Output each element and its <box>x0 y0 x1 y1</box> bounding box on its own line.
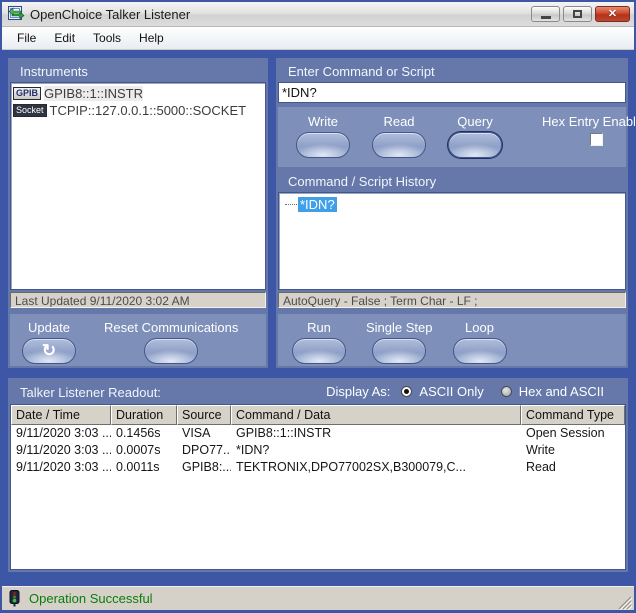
instrument-address: TCPIP::127.0.0.1::5000::SOCKET <box>50 103 247 118</box>
close-button[interactable]: ✕ <box>595 6 630 22</box>
client-area: Instruments GPIB GPIB8::1::INSTR Socket … <box>2 50 634 586</box>
loop-label: Loop <box>465 320 494 335</box>
ascii-only-radio[interactable] <box>401 386 412 397</box>
query-button[interactable] <box>448 132 502 158</box>
window-title: OpenChoice Talker Listener <box>30 7 531 22</box>
cell-date-time: 9/11/2020 3:03 ... <box>11 442 111 459</box>
gpib-badge-icon: GPIB <box>13 87 41 100</box>
cell-command-data: TEKTRONIX,DPO77002SX,B300079,C... <box>231 459 521 476</box>
display-as-group: Display As: ASCII Only Hex and ASCII <box>326 384 628 399</box>
table-row[interactable]: 9/11/2020 3:03 ... 0.0007s DPO77... *IDN… <box>11 442 625 459</box>
menu-item-help[interactable]: Help <box>130 28 173 48</box>
column-header-duration[interactable]: Duration <box>111 405 177 425</box>
column-header-date-time[interactable]: Date / Time <box>11 405 111 425</box>
run-label: Run <box>307 320 331 335</box>
read-button[interactable] <box>372 132 426 158</box>
status-message: Operation Successful <box>29 591 618 606</box>
reset-communications-label: Reset Communications <box>104 320 238 335</box>
reset-communications-button[interactable] <box>144 338 198 364</box>
column-header-source[interactable]: Source <box>177 405 231 425</box>
instrument-address: GPIB8::1::INSTR <box>44 86 143 101</box>
instruments-button-strip: Update ↻ Reset Communications <box>10 314 266 366</box>
instrument-item-gpib[interactable]: GPIB GPIB8::1::INSTR <box>13 85 265 102</box>
title-bar: OpenChoice Talker Listener ✕ <box>2 2 634 27</box>
cell-command-data: *IDN? <box>231 442 521 459</box>
cell-source: DPO77... <box>177 442 231 459</box>
cell-source: GPIB8:... <box>177 459 231 476</box>
single-step-label: Single Step <box>366 320 433 335</box>
status-bar: Operation Successful <box>2 586 634 610</box>
run-button-strip: Run Single Step Loop <box>278 314 626 366</box>
cell-date-time: 9/11/2020 3:03 ... <box>11 425 111 442</box>
cell-command-data: GPIB8::1::INSTR <box>231 425 521 442</box>
instrument-item-socket[interactable]: Socket TCPIP::127.0.0.1::5000::SOCKET <box>13 102 265 119</box>
maximize-button[interactable] <box>563 6 592 22</box>
close-icon: ✕ <box>608 9 617 20</box>
write-button[interactable] <box>296 132 350 158</box>
menu-item-file[interactable]: File <box>8 28 45 48</box>
tree-connector <box>285 204 297 205</box>
hex-and-ascii-label: Hex and ASCII <box>519 384 604 399</box>
menu-item-tools[interactable]: Tools <box>84 28 130 48</box>
readout-table: Date / Time Duration Source Command / Da… <box>10 404 626 570</box>
history-tree: *IDN? <box>278 192 626 290</box>
column-header-command-type[interactable]: Command Type <box>521 405 625 425</box>
table-row[interactable]: 9/11/2020 3:03 ... 0.1456s VISA GPIB8::1… <box>11 425 625 442</box>
query-label: Query <box>457 114 492 129</box>
maximize-icon <box>573 10 582 18</box>
readout-header: Talker Listener Readout: Display As: ASC… <box>8 378 628 404</box>
cell-command-type: Write <box>521 442 625 459</box>
command-input[interactable] <box>278 82 626 103</box>
resize-grip[interactable] <box>618 596 632 610</box>
minimize-button[interactable] <box>531 6 560 22</box>
single-step-button[interactable] <box>372 338 426 364</box>
app-icon <box>8 6 25 22</box>
command-entry-title: Enter Command or Script <box>276 58 628 83</box>
read-label: Read <box>383 114 414 129</box>
update-button[interactable]: ↻ <box>22 338 76 364</box>
instruments-panel: Instruments GPIB GPIB8::1::INSTR Socket … <box>8 58 268 368</box>
history-selected-item: *IDN? <box>298 197 337 212</box>
loop-button[interactable] <box>453 338 507 364</box>
command-button-strip: Write Read Query Hex Entry Enabled <box>278 107 626 167</box>
run-button[interactable] <box>292 338 346 364</box>
instruments-title: Instruments <box>8 58 268 83</box>
menu-item-edit[interactable]: Edit <box>45 28 84 48</box>
cell-command-type: Open Session <box>521 425 625 442</box>
display-as-label: Display As: <box>326 384 390 399</box>
cell-duration: 0.0007s <box>111 442 177 459</box>
ascii-only-label: ASCII Only <box>419 384 483 399</box>
history-title: Command / Script History <box>276 168 436 193</box>
readout-title: Talker Listener Readout: <box>8 379 161 404</box>
cell-command-type: Read <box>521 459 625 476</box>
cell-source: VISA <box>177 425 231 442</box>
instruments-list: GPIB GPIB8::1::INSTR Socket TCPIP::127.0… <box>10 82 266 290</box>
readout-panel: Talker Listener Readout: Display As: ASC… <box>8 378 628 572</box>
cell-date-time: 9/11/2020 3:03 ... <box>11 459 111 476</box>
hex-entry-label: Hex Entry Enabled <box>542 114 636 129</box>
cell-duration: 0.0011s <box>111 459 177 476</box>
cell-duration: 0.1456s <box>111 425 177 442</box>
column-header-command-data[interactable]: Command / Data <box>231 405 521 425</box>
autoquery-status-bar: AutoQuery - False ; Term Char - LF ; <box>278 292 626 308</box>
menu-bar: File Edit Tools Help <box>2 27 634 50</box>
hex-and-ascii-radio[interactable] <box>501 386 512 397</box>
socket-badge-icon: Socket <box>13 104 47 117</box>
history-tree-item[interactable]: *IDN? <box>285 196 625 212</box>
write-label: Write <box>308 114 338 129</box>
traffic-light-icon <box>8 590 21 607</box>
hex-entry-checkbox[interactable] <box>590 133 603 146</box>
readout-table-header: Date / Time Duration Source Command / Da… <box>11 405 625 425</box>
command-panel: Enter Command or Script Write Read Query… <box>276 58 628 368</box>
app-window: OpenChoice Talker Listener ✕ File Edit T… <box>0 0 636 613</box>
table-row[interactable]: 9/11/2020 3:03 ... 0.0011s GPIB8:... TEK… <box>11 459 625 476</box>
minimize-icon <box>541 16 551 19</box>
refresh-icon: ↻ <box>42 342 56 359</box>
last-updated-bar: Last Updated 9/11/2020 3:02 AM <box>10 292 266 308</box>
update-label: Update <box>28 320 70 335</box>
